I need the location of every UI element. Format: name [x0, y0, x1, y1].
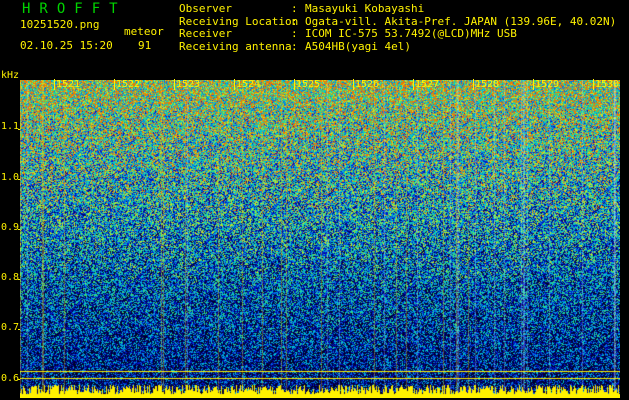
minute-label: 1529: [533, 79, 560, 90]
mode-label: meteor: [124, 25, 164, 38]
y-tick-label: 1.0: [1, 172, 20, 183]
minute-label: 1525: [294, 79, 321, 90]
info-separator: :: [291, 27, 298, 40]
info-receiver: Receiver: ICOM IC-575 53.7492(@LCD)MHz US…: [179, 27, 616, 41]
minute-label: 1528: [473, 79, 500, 90]
y-tick-label: 1.1: [1, 121, 20, 132]
info-value: ICOM IC-575 53.7492(@LCD)MHz USB: [305, 27, 517, 40]
y-tick-label: 0.7: [1, 322, 20, 333]
spectrogram-plot: [20, 80, 620, 398]
y-tick-label: 0.6: [1, 373, 20, 384]
info-value: Masayuki Kobayashi: [305, 2, 425, 15]
y-tick-label: 0.9: [1, 222, 20, 233]
minute-label: 1521: [54, 79, 81, 90]
timestamp: 02.10.25 15:20: [20, 39, 113, 52]
info-value: A504HB(yagi 4el): [305, 39, 411, 53]
file-name: 10251520.png: [20, 18, 100, 31]
minute-label: 1530: [593, 79, 620, 90]
count-value: 91: [138, 39, 152, 52]
info-key: Observer: [179, 2, 232, 15]
y-axis-unit: kHz: [1, 70, 20, 81]
minute-label: 1523: [174, 79, 201, 90]
info-key: Receiver: [179, 27, 232, 40]
y-tick-label: 0.8: [1, 272, 20, 283]
info-separator: :: [291, 2, 298, 15]
info-observer: Observer: Masayuki Kobayashi: [179, 2, 616, 16]
info-separator: :: [291, 39, 298, 53]
app-title: HROFFT: [22, 1, 127, 17]
minute-label: 1526: [353, 79, 380, 90]
info-key: Receiving antenna: [179, 39, 292, 53]
minute-label: 1522: [114, 79, 141, 90]
minute-label: 1527: [413, 79, 440, 90]
info-antenna: Receiving antenna: A504HB(yagi 4el): [179, 39, 616, 54]
station-info: Observer: Masayuki Kobayashi Receiving Lo…: [179, 2, 616, 54]
minute-label: 1524: [234, 79, 261, 90]
